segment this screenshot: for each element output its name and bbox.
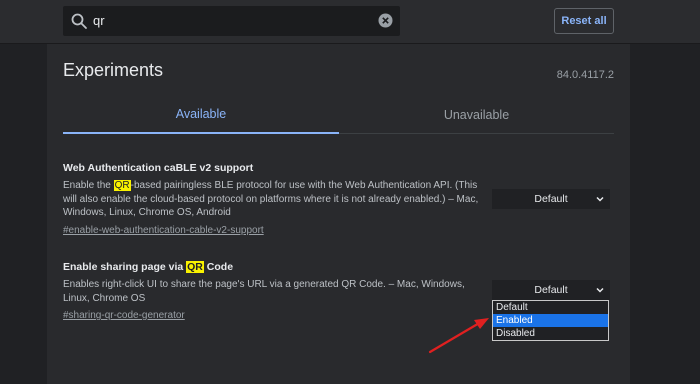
experiment-description: Enables right-click UI to share the page… [63, 279, 465, 304]
experiment-select[interactable]: Default [492, 280, 610, 300]
search-highlight: QR [186, 261, 204, 273]
experiment-select[interactable]: Default [492, 189, 610, 209]
tab-bar: Available Unavailable [63, 96, 614, 134]
experiment-item: Web Authentication caBLE v2 support Enab… [63, 162, 483, 238]
header-bar: qr Reset all [0, 0, 700, 44]
tab-unavailable[interactable]: Unavailable [339, 96, 614, 134]
version-label: 84.0.4117.2 [556, 69, 614, 81]
chrome-flags-page: qr Reset all Experiments 84.0.4117.2 Ava… [0, 0, 700, 384]
select-value: Default [534, 284, 568, 296]
search-highlight: QR [113, 180, 131, 191]
experiment-description: Enable the QR-based pairingless BLE prot… [63, 179, 483, 220]
experiment-link[interactable]: #enable-web-authentication-cable-v2-supp… [63, 225, 264, 236]
reset-all-button[interactable]: Reset all [554, 8, 614, 34]
dropdown-option-disabled[interactable]: Disabled [493, 327, 608, 340]
title-text: Code [203, 261, 234, 273]
dropdown-option-enabled[interactable]: Enabled [493, 314, 608, 327]
search-input-value: qr [93, 13, 105, 28]
chevron-down-icon [596, 196, 604, 202]
chevron-down-icon [596, 287, 604, 293]
experiment-item: Enable sharing page via QR Code Enables … [63, 261, 483, 323]
experiment-title: Web Authentication caBLE v2 support [63, 162, 254, 174]
page-title: Experiments [63, 60, 164, 80]
select-value: Default [534, 193, 568, 205]
description-text: Enable the [63, 180, 114, 191]
dropdown-option-default[interactable]: Default [493, 301, 608, 314]
annotation-arrow-icon [428, 318, 489, 354]
experiments-panel: Experiments 84.0.4117.2 Available Unavai… [47, 44, 630, 384]
select-dropdown-list: Default Enabled Disabled [492, 300, 609, 341]
clear-search-icon[interactable] [378, 13, 393, 28]
tab-available[interactable]: Available [63, 96, 339, 134]
title-text: Enable sharing page via [63, 261, 187, 273]
search-icon [71, 13, 87, 29]
experiment-link[interactable]: #sharing-qr-code-generator [63, 310, 185, 321]
experiment-title: Enable sharing page via QR Code [63, 261, 483, 273]
search-input[interactable]: qr [63, 6, 400, 36]
